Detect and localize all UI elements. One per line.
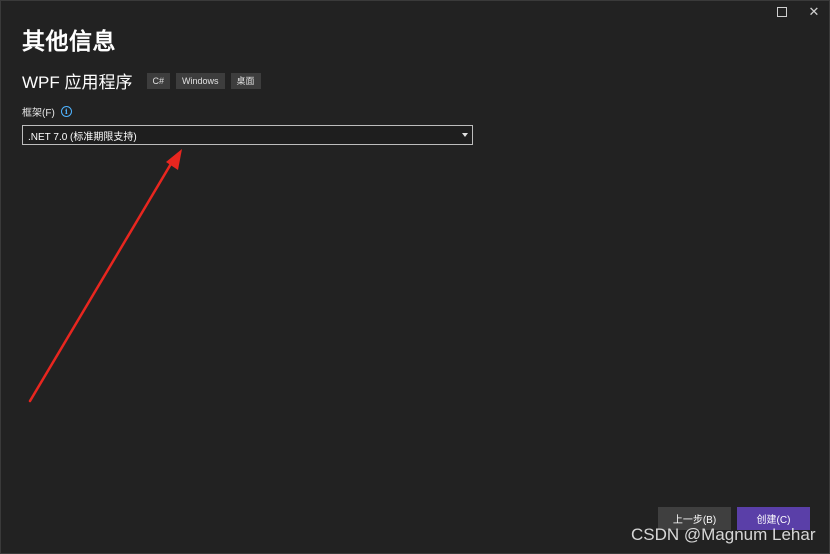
- close-icon: ✕: [808, 4, 820, 20]
- framework-selected-value: .NET 7.0 (标准期限支持): [28, 131, 137, 143]
- annotation-arrow-shaft: [28, 155, 177, 403]
- project-type-row: WPF 应用程序 C# Windows 桌面: [22, 68, 267, 93]
- project-type-name: WPF 应用程序: [22, 73, 133, 92]
- chevron-down-icon: [462, 133, 468, 137]
- tag-platform: Windows: [176, 72, 225, 89]
- close-button[interactable]: ✕: [798, 1, 829, 23]
- annotation-arrow-head: [166, 149, 182, 170]
- tag-project-type: 桌面: [230, 72, 261, 89]
- info-icon[interactable]: i: [60, 106, 72, 117]
- tag-language: C#: [146, 72, 171, 89]
- framework-label-row: 框架(F) i: [22, 104, 72, 119]
- dialog-window: ✕ 其他信息 WPF 应用程序 C# Windows 桌面 框架(F) i .N…: [0, 0, 830, 554]
- maximize-icon: [777, 7, 787, 17]
- framework-dropdown[interactable]: .NET 7.0 (标准期限支持): [22, 125, 473, 145]
- page-title: 其他信息: [22, 28, 116, 54]
- maximize-button[interactable]: [766, 1, 798, 23]
- watermark: CSDN @Magnum Lehar: [631, 525, 816, 544]
- framework-label: 框架(F): [22, 108, 55, 119]
